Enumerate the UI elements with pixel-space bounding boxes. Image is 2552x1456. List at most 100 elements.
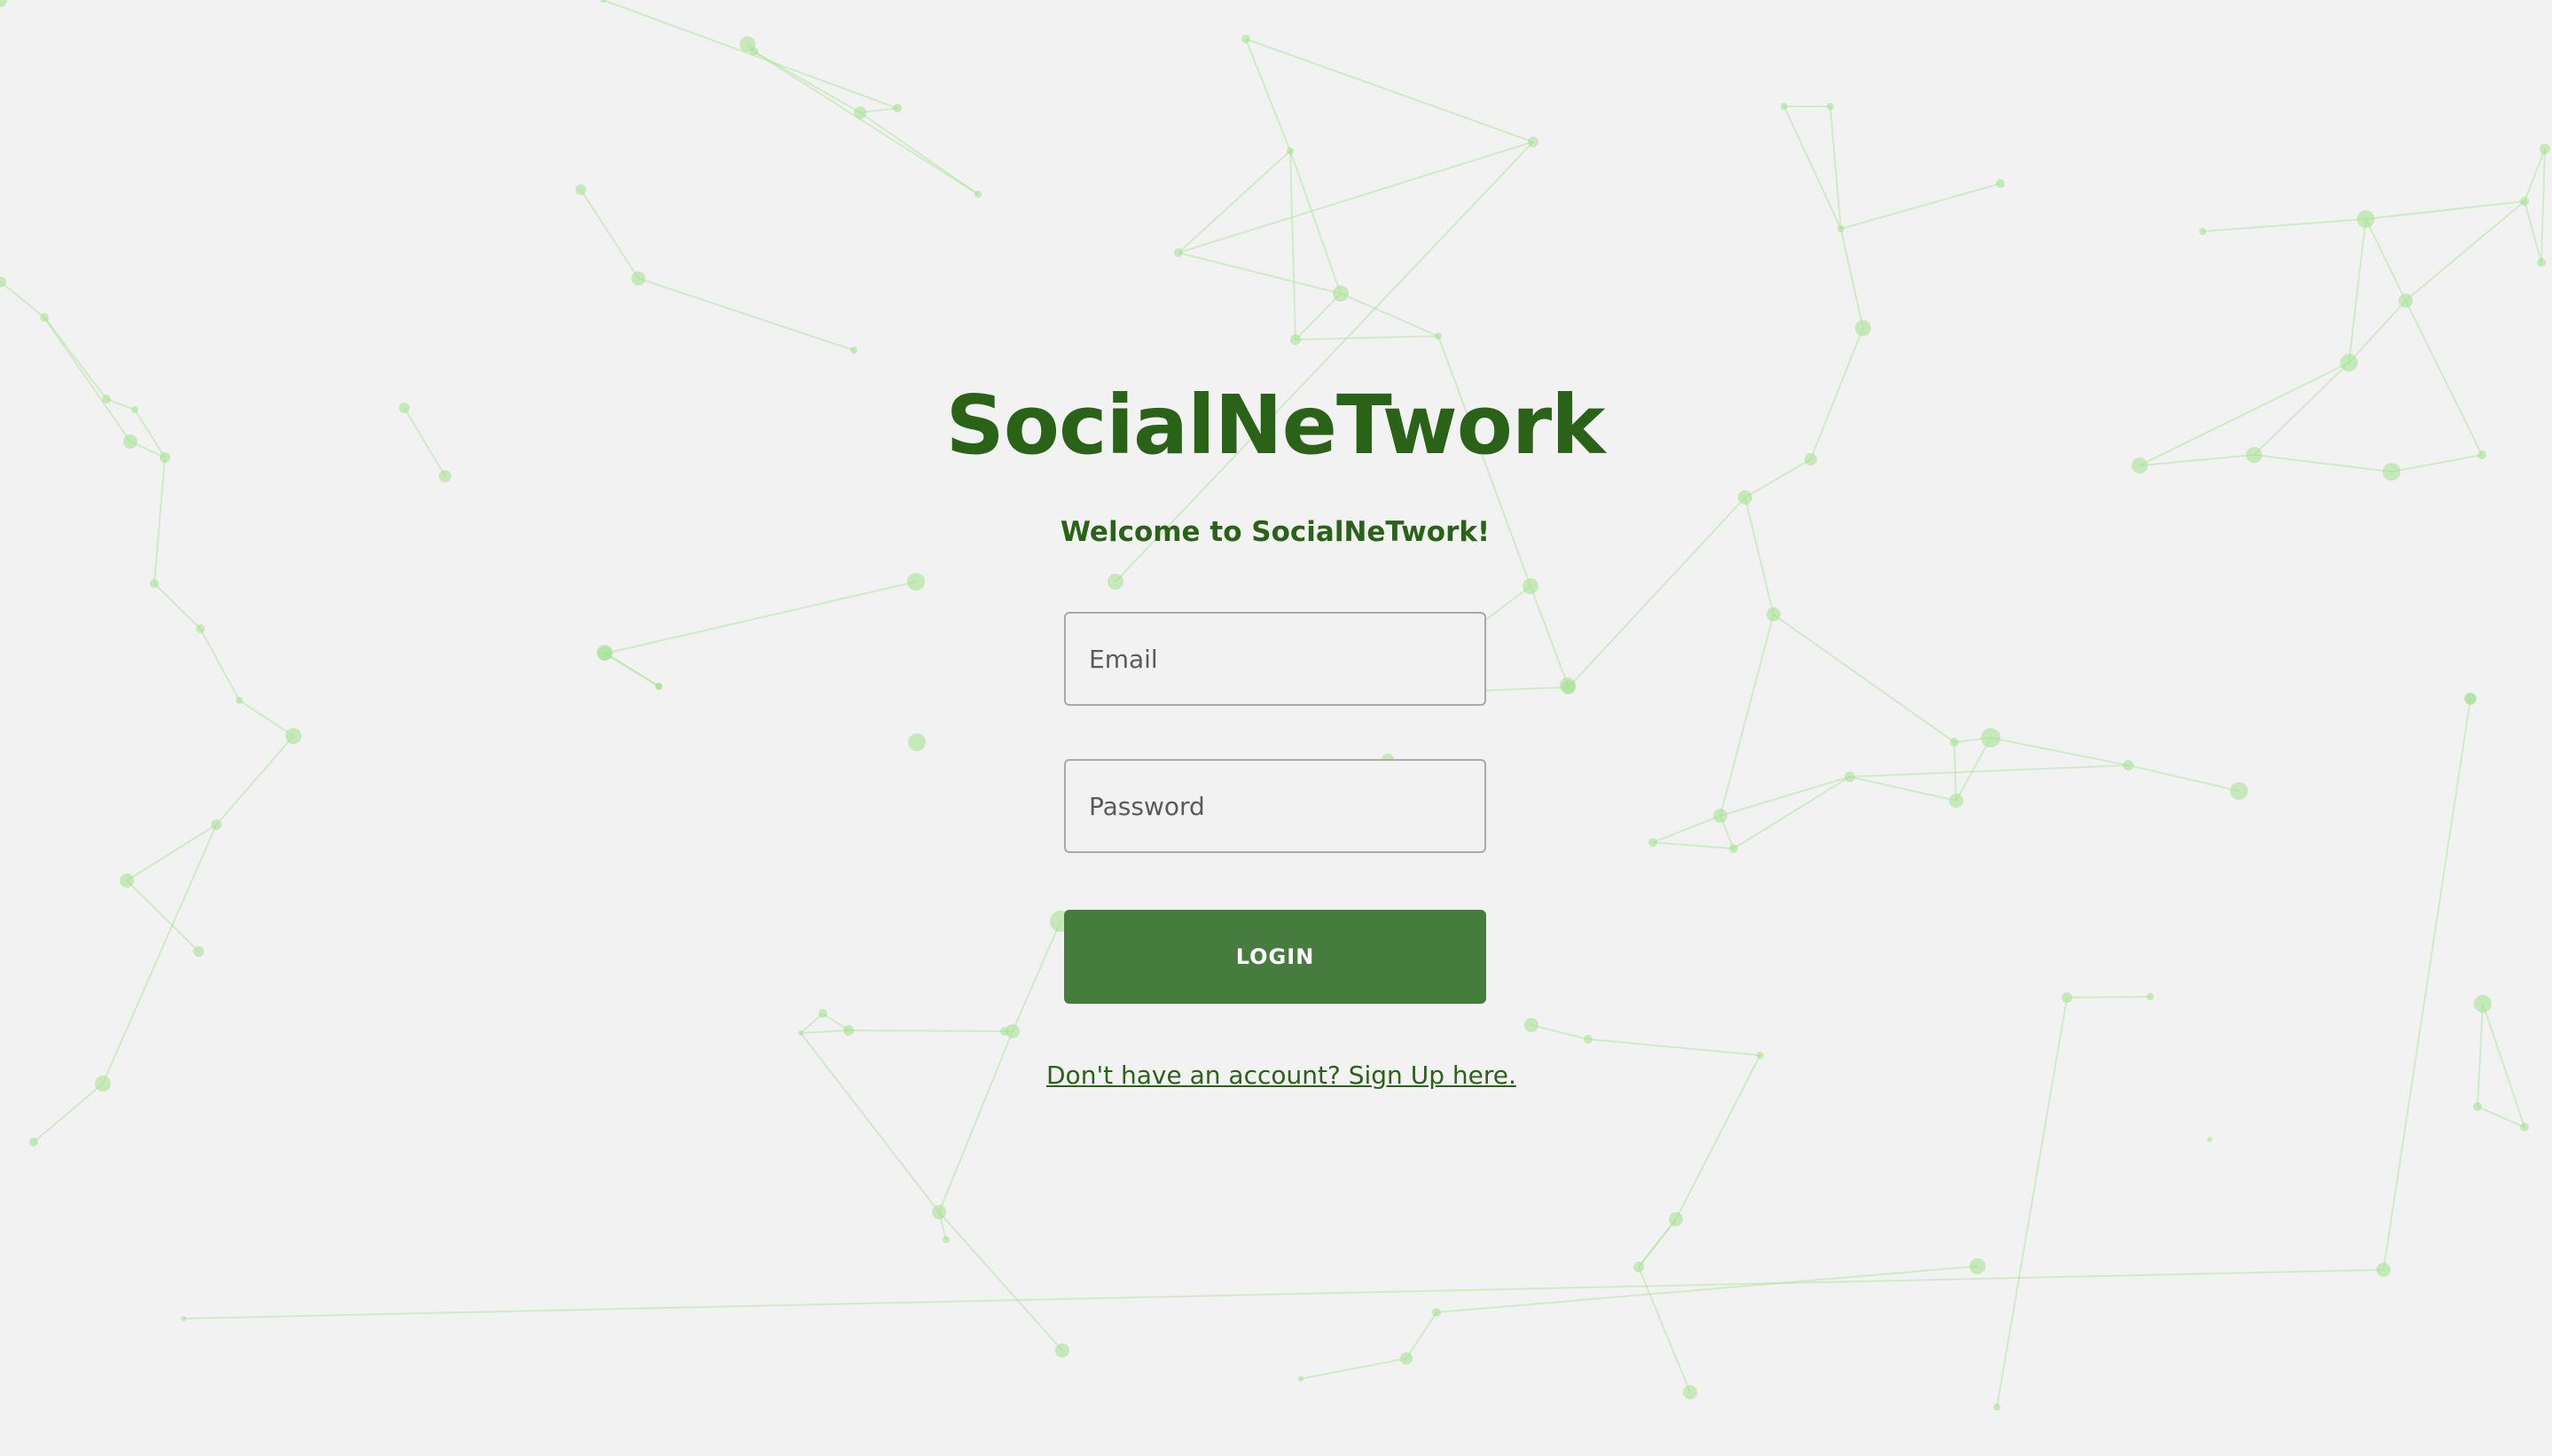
- network-node: [850, 347, 857, 354]
- app-title: SocialNeTwork: [945, 378, 1606, 473]
- network-node: [1174, 248, 1183, 257]
- network-edge: [2482, 1003, 2525, 1128]
- network-edge: [1773, 614, 1955, 743]
- network-node: [1837, 225, 1844, 232]
- network-edge: [1638, 1218, 1677, 1268]
- network-node: [2132, 458, 2148, 474]
- network-node: [196, 624, 205, 633]
- network-node: [95, 1076, 111, 1092]
- network-edge: [2524, 148, 2546, 202]
- network-edge: [1245, 38, 1291, 152]
- network-node: [102, 395, 111, 403]
- network-node: [1560, 677, 1576, 693]
- network-node: [150, 579, 159, 588]
- network-edge: [0, 281, 45, 318]
- network-edge: [239, 700, 294, 737]
- network-node: [843, 1025, 854, 1036]
- signup-link[interactable]: Don't have an account? Sign Up here.: [1046, 1061, 1516, 1090]
- network-node: [1524, 1018, 1538, 1032]
- network-edge: [604, 581, 917, 654]
- network-node: [160, 452, 170, 463]
- network-edge: [580, 189, 639, 279]
- network-edge: [215, 735, 294, 826]
- network-node: [439, 470, 451, 482]
- network-edge: [2348, 218, 2367, 364]
- network-node: [1855, 320, 1871, 336]
- network-node: [2147, 993, 2154, 1000]
- network-node: [1523, 578, 1538, 594]
- network-node: [1528, 137, 1538, 147]
- network-node: [1055, 1343, 1069, 1358]
- network-node: [749, 47, 758, 56]
- network-node: [1333, 286, 1349, 301]
- network-node: [2383, 463, 2400, 481]
- network-node: [1298, 1376, 1303, 1382]
- network-node: [575, 184, 586, 195]
- network-node: [1432, 1308, 1441, 1317]
- network-node: [893, 104, 902, 113]
- network-node: [2357, 210, 2375, 228]
- network-edge: [2202, 218, 2367, 232]
- network-node: [943, 1236, 950, 1243]
- network-node: [818, 1009, 827, 1018]
- network-node: [2540, 144, 2550, 154]
- network-node: [193, 946, 204, 957]
- network-node: [399, 403, 410, 413]
- network-edge: [1289, 150, 1296, 341]
- network-edge: [2348, 300, 2407, 364]
- network-node: [1844, 771, 1855, 782]
- network-node: [1108, 574, 1123, 590]
- network-edge: [938, 1030, 1014, 1213]
- network-node: [2478, 450, 2486, 459]
- network-edge: [2477, 1106, 2525, 1128]
- network-edge: [2540, 148, 2546, 263]
- network-node: [1738, 490, 1752, 505]
- network-node: [2199, 228, 2206, 235]
- network-edge: [403, 407, 446, 477]
- network-node: [236, 697, 243, 704]
- network-node: [798, 1030, 803, 1036]
- password-input[interactable]: [1064, 759, 1486, 853]
- network-edge: [2365, 218, 2407, 301]
- network-edge: [1849, 764, 2129, 778]
- network-node: [1000, 1027, 1009, 1036]
- network-edge: [1719, 776, 1851, 817]
- network-edge: [1733, 776, 1851, 849]
- network-edge: [1652, 842, 1734, 849]
- network-node: [1996, 179, 2005, 188]
- network-node: [0, 0, 7, 7]
- network-node: [211, 819, 222, 830]
- network-edge: [848, 1029, 1006, 1032]
- network-edge: [2066, 996, 2151, 998]
- network-edge: [2253, 362, 2350, 456]
- network-node: [2473, 1102, 2482, 1111]
- network-node: [600, 0, 606, 3]
- network-edge: [1012, 920, 1061, 1032]
- network-node: [120, 873, 134, 888]
- network-edge: [1289, 150, 1342, 294]
- network-edge: [153, 457, 166, 584]
- network-edge: [1530, 1024, 1589, 1040]
- network-edge: [2524, 200, 2542, 263]
- network-edge: [153, 583, 201, 630]
- email-input[interactable]: [1064, 612, 1486, 706]
- login-button[interactable]: LOGIN: [1064, 910, 1486, 1004]
- network-edge: [43, 317, 131, 442]
- network-edge: [200, 628, 240, 701]
- network-background: [0, 0, 2550, 1411]
- network-node: [2207, 1137, 2212, 1142]
- network-edge: [1587, 1038, 1761, 1056]
- network-edge: [2365, 200, 2525, 220]
- network-edge: [1652, 815, 1721, 843]
- network-node: [1757, 1052, 1764, 1059]
- network-node: [1683, 1385, 1697, 1399]
- network-node: [1950, 738, 1959, 747]
- network-edge: [800, 1029, 849, 1034]
- network-node: [1993, 1404, 2000, 1411]
- network-node: [1729, 844, 1738, 853]
- network-node: [1290, 334, 1301, 345]
- network-edge: [1744, 458, 1812, 498]
- network-edge: [1849, 776, 1957, 802]
- network-edge: [2139, 362, 2350, 466]
- network-edge: [1295, 335, 1439, 341]
